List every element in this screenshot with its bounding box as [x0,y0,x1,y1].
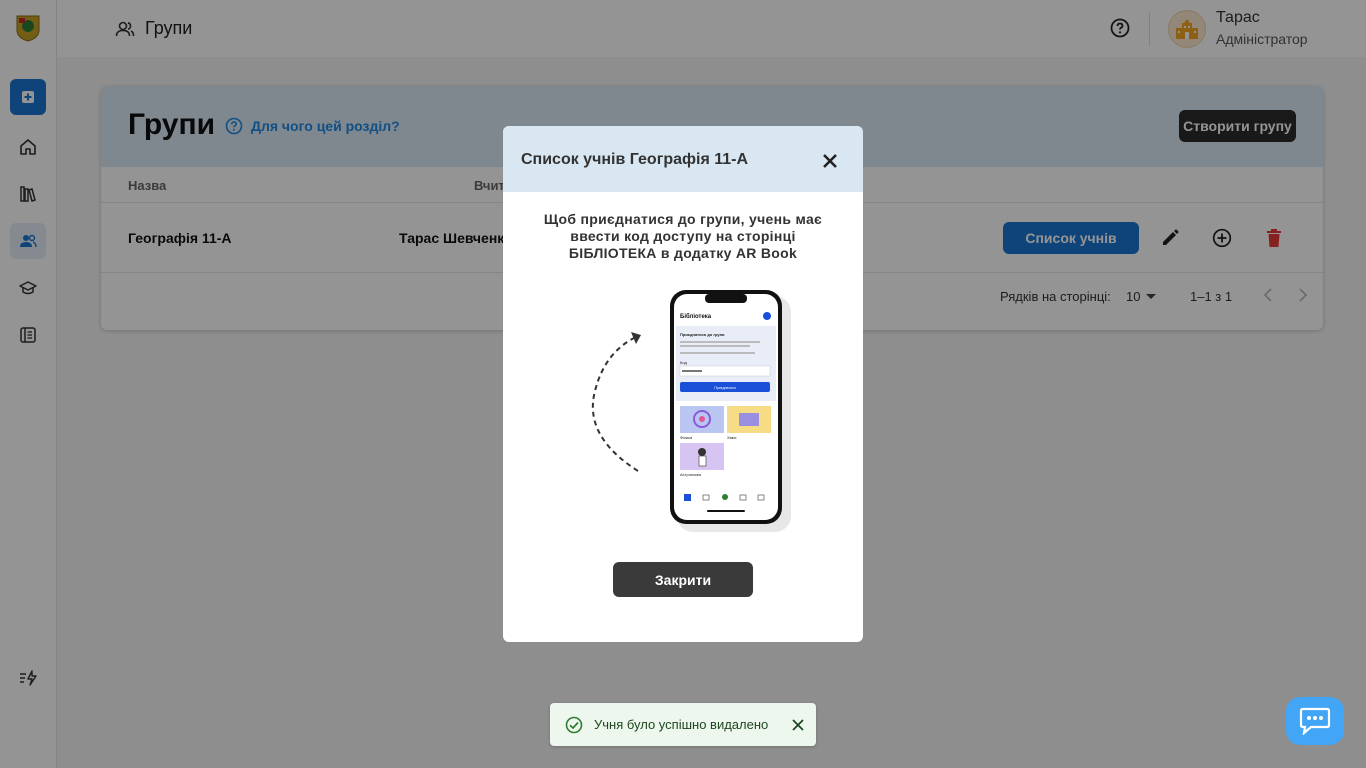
phone-illustration: Бібліотека Приєднатися до групи Код Приє… [583,286,793,536]
modal-title: Список учнів Географія 11-А [521,151,749,168]
toast-message: Учня було успішно видалено [594,717,769,732]
students-list-modal: Список учнів Географія 11-А Щоб приєднат… [503,126,863,642]
phone-book-2: Хімія [727,435,736,440]
close-icon[interactable] [819,150,841,172]
modal-header: Список учнів Географія 11-А [503,126,863,192]
success-toast: Учня було успішно видалено [550,703,816,746]
phone-book-1: Фізика [680,435,693,440]
check-circle-icon [565,716,583,733]
chat-button[interactable] [1286,697,1344,745]
phone-book-3: Астрономія [680,472,701,477]
phone-join-button: Приєднатися [714,386,735,390]
modal-close-button[interactable]: Закрити [613,562,753,597]
modal-instruction: Щоб приєднатися до групи, учень має ввес… [543,211,823,261]
toast-close-icon[interactable] [790,717,806,733]
phone-code-label: Код [680,360,687,365]
phone-join-title: Приєднатися до групи [680,332,725,337]
phone-header: Бібліотека [680,313,712,320]
chat-icon [1299,707,1331,735]
